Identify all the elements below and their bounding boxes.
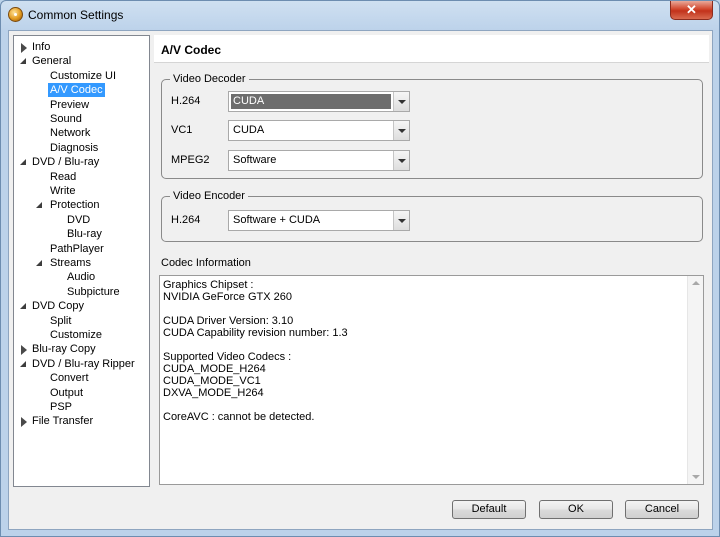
- video-decoder-group-label: Video Decoder: [170, 73, 249, 85]
- tree-expanded-arrow-icon[interactable]: [20, 58, 26, 65]
- scroll-up-icon[interactable]: [692, 281, 700, 285]
- encoder-h264-select[interactable]: Software + CUDA: [228, 210, 410, 231]
- tree-expanded-arrow-icon[interactable]: [20, 303, 26, 310]
- chevron-down-icon[interactable]: [393, 121, 409, 140]
- tree-item-customize[interactable]: Customize: [48, 328, 104, 342]
- tree-item-read[interactable]: Read: [48, 170, 78, 184]
- tree-expanded-arrow-icon[interactable]: [36, 202, 42, 209]
- codec-info-textbox[interactable]: Graphics Chipset : NVIDIA GeForce GTX 260…: [159, 275, 704, 485]
- tree-item-streams[interactable]: Streams: [48, 256, 93, 270]
- encoder-h264-value: Software + CUDA: [233, 214, 321, 226]
- tree-item-general[interactable]: General: [30, 54, 73, 68]
- decoder-mpeg2-value: Software: [233, 154, 277, 166]
- dialog-client-area: Info General Customize UI A/V Codec Preview S…: [8, 30, 713, 530]
- page-title: A/V Codec: [161, 43, 222, 57]
- video-encoder-group: Video Encoder H.264 Software + CUDA: [161, 190, 703, 242]
- decoder-mpeg2-select[interactable]: Software: [228, 150, 410, 171]
- tree-item-sound[interactable]: Sound: [48, 112, 84, 126]
- tree-item-audio[interactable]: Audio: [65, 270, 97, 284]
- codec-info-line: Graphics Chipset :: [163, 279, 254, 291]
- decoder-mpeg2-label: MPEG2: [171, 154, 210, 166]
- settings-window: Common Settings ✕ Info General Customize U…: [0, 0, 720, 537]
- codec-info-line: CoreAVC : cannot be detected.: [163, 411, 315, 423]
- decoder-vc1-value: CUDA: [233, 124, 265, 136]
- tree-item-write[interactable]: Write: [48, 184, 77, 198]
- tree-item-preview[interactable]: Preview: [48, 98, 91, 112]
- tree-item-info[interactable]: Info: [30, 40, 52, 54]
- decoder-h264-value: CUDA: [231, 94, 391, 109]
- default-button[interactable]: Default: [452, 500, 526, 519]
- tree-item-pathplayer[interactable]: PathPlayer: [48, 242, 106, 256]
- codec-info-line: [163, 303, 683, 315]
- tree-item-subpicture[interactable]: Subpicture: [65, 285, 122, 299]
- codec-info-label: Codec Information: [161, 257, 251, 269]
- codec-info-scrollbar[interactable]: [687, 276, 703, 484]
- codec-info-line: NVIDIA GeForce GTX 260: [163, 291, 292, 303]
- tree-expanded-arrow-icon[interactable]: [20, 159, 26, 166]
- decoder-vc1-label: VC1: [171, 124, 193, 136]
- tree-item-dvd-blu-ray-ripper[interactable]: DVD / Blu-ray Ripper: [30, 357, 137, 371]
- window-title: Common Settings: [28, 8, 124, 22]
- scroll-down-icon[interactable]: [692, 475, 700, 479]
- tree-item-dvd-copy[interactable]: DVD Copy: [30, 299, 86, 313]
- codec-info-line: [163, 399, 683, 411]
- tree-item-convert[interactable]: Convert: [48, 371, 91, 385]
- codec-info-line: Supported Video Codecs :: [163, 351, 292, 363]
- chevron-down-icon[interactable]: [393, 92, 409, 111]
- tree-expanded-arrow-icon[interactable]: [20, 360, 26, 367]
- codec-info-line: DXVA_MODE_H264: [163, 387, 264, 399]
- tree-item-dvd[interactable]: DVD: [65, 213, 92, 227]
- codec-info-line: CUDA Capability revision number: 1.3: [163, 327, 348, 339]
- cancel-button[interactable]: Cancel: [625, 500, 699, 519]
- ok-button[interactable]: OK: [539, 500, 613, 519]
- settings-tree[interactable]: Info General Customize UI A/V Codec Preview S…: [13, 35, 150, 487]
- title-bar: Common Settings ✕: [1, 1, 719, 29]
- codec-info-line: CUDA Driver Version: 3.10: [163, 315, 294, 327]
- tree-item-blu-ray[interactable]: Blu-ray: [65, 227, 104, 241]
- codec-info-text: Graphics Chipset : NVIDIA GeForce GTX 260…: [163, 279, 683, 423]
- decoder-vc1-select[interactable]: CUDA: [228, 120, 410, 141]
- app-disc-icon: [8, 7, 23, 22]
- codec-info-line: CUDA_MODE_VC1: [163, 375, 261, 387]
- encoder-h264-label: H.264: [171, 214, 201, 226]
- video-decoder-group: Video Decoder H.264 CUDA VC1 CUDA MPEG2 …: [161, 73, 703, 179]
- tree-item-split[interactable]: Split: [48, 314, 73, 328]
- tree-collapsed-arrow-icon[interactable]: [21, 417, 27, 428]
- video-encoder-group-label: Video Encoder: [170, 190, 248, 202]
- close-icon: ✕: [686, 2, 697, 17]
- close-button[interactable]: ✕: [670, 1, 713, 20]
- tree-expanded-arrow-icon[interactable]: [36, 260, 42, 266]
- tree-item-diagnosis[interactable]: Diagnosis: [48, 141, 100, 155]
- chevron-down-icon[interactable]: [393, 211, 409, 230]
- tree-item-file-transfer[interactable]: File Transfer: [30, 414, 95, 428]
- tree-item-dvd-blu-ray[interactable]: DVD / Blu-ray: [30, 155, 101, 169]
- codec-info-line: CUDA_MODE_H264: [163, 363, 266, 375]
- tree-collapsed-arrow-icon[interactable]: [21, 345, 27, 356]
- tree-item-output[interactable]: Output: [48, 386, 85, 400]
- tree-item-psp[interactable]: PSP: [48, 400, 74, 414]
- tree-collapsed-arrow-icon[interactable]: [21, 43, 27, 53]
- tree-item-blu-ray-copy[interactable]: Blu-ray Copy: [30, 342, 98, 356]
- tree-item-a-v-codec[interactable]: A/V Codec: [48, 83, 105, 98]
- tree-item-customize-ui[interactable]: Customize UI: [48, 69, 118, 83]
- codec-info-line: [163, 339, 683, 351]
- tree-item-protection[interactable]: Protection: [48, 198, 102, 212]
- codec-panel: A/V Codec Video Decoder H.264 CUDA VC1 C…: [154, 35, 709, 487]
- decoder-h264-label: H.264: [171, 95, 201, 107]
- tree-item-network[interactable]: Network: [48, 126, 92, 140]
- decoder-h264-select[interactable]: CUDA: [228, 91, 410, 112]
- panel-header: A/V Codec: [154, 35, 709, 63]
- chevron-down-icon[interactable]: [393, 151, 409, 170]
